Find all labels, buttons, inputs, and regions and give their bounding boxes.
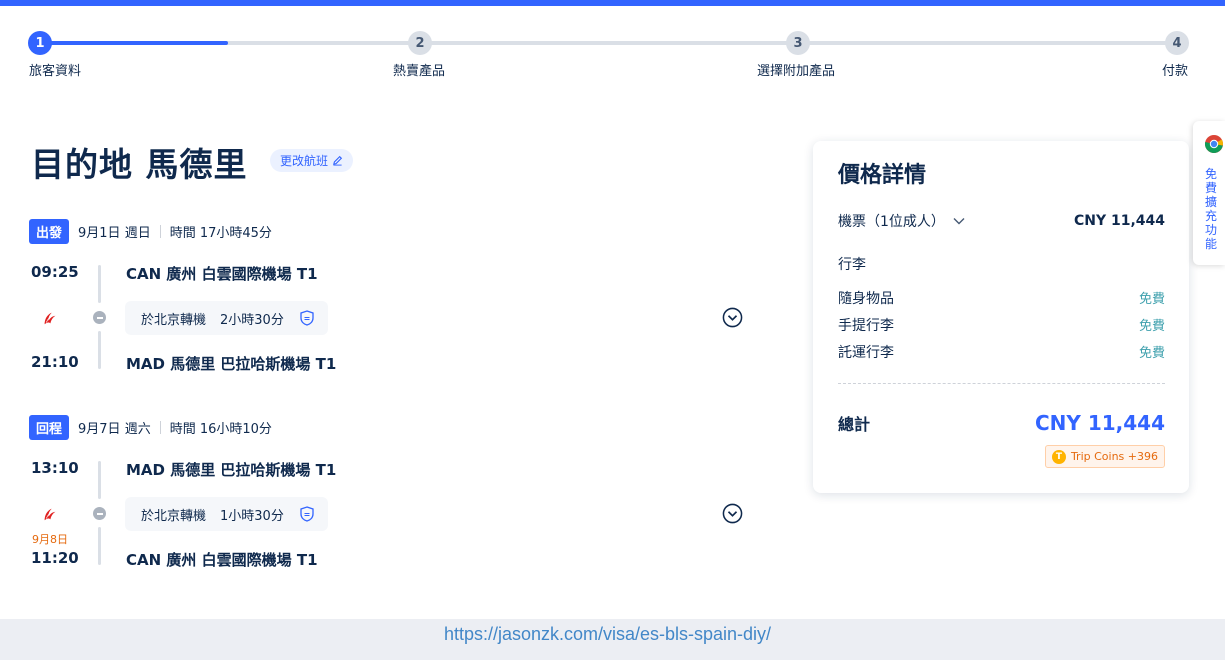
baggage-label: 手提行李 [838, 318, 894, 334]
fare-row[interactable]: 機票（1位成人） CNY 11,444 [838, 211, 1165, 231]
return-duration: 時間 16小時10分 [169, 422, 272, 437]
return-arrive-airport: CAN 廣州 白雲國際機場 T1 [126, 551, 318, 569]
transfer-label: 於北京轉機 [141, 312, 207, 328]
extension-label: 免費擴充功能 [1205, 167, 1218, 251]
return-tag: 回程 [29, 415, 70, 440]
stop-marker [93, 311, 106, 324]
transfer-duration: 2小時30分 [220, 312, 284, 328]
return-segment: 回程 9月7日 週六 時間 16小時10分 13:10 MAD 馬德里 巴拉哈斯… [29, 415, 769, 575]
stop-marker [93, 507, 106, 520]
step-4-label: 付款 [1162, 64, 1189, 79]
step-2-dot: 2 [408, 31, 432, 55]
baggage-label: 託運行李 [838, 345, 894, 361]
expand-chevron-icon[interactable] [722, 307, 743, 328]
baggage-row: 隨身物品 免費 [838, 288, 1165, 308]
baggage-value: 免費 [1138, 346, 1165, 361]
outbound-arrive-airport: MAD 馬德里 巴拉哈斯機場 T1 [126, 355, 337, 373]
return-arrive-time: 11:20 [31, 549, 79, 567]
return-date: 9月7日 週六 [78, 422, 151, 437]
page-title: 目的地 馬德里 [31, 145, 248, 184]
outbound-segment: 出發 9月1日 週日 時間 17小時45分 09:25 CAN 廣州 白雲國際機… [29, 219, 769, 379]
footer-bar: https://jasonzk.com/visa/es-bls-spain-di… [0, 619, 1225, 660]
return-depart-airport: MAD 馬德里 巴拉哈斯機場 T1 [126, 461, 337, 479]
timeline-line [98, 527, 101, 565]
air-china-logo-icon [44, 508, 56, 521]
outbound-depart-airport: CAN 廣州 白雲國際機場 T1 [126, 265, 318, 283]
timeline-line [98, 331, 101, 369]
chrome-icon [1204, 135, 1223, 153]
return-header: 回程 9月7日 週六 時間 16小時10分 [29, 415, 272, 440]
outbound-duration: 時間 17小時45分 [169, 226, 272, 241]
total-row: 總計 CNY 11,444 [838, 411, 1165, 435]
divider [838, 383, 1165, 384]
timeline-line [98, 461, 101, 499]
baggage-title: 行李 [838, 257, 866, 273]
return-depart-time: 13:10 [31, 459, 79, 477]
separator [159, 225, 161, 238]
baggage-row: 託運行李 免費 [838, 342, 1165, 362]
outbound-tag: 出發 [29, 219, 70, 244]
extension-side-tab[interactable]: 免費擴充功能 [1193, 121, 1225, 265]
step-2-label: 熱賣產品 [393, 64, 446, 79]
progress-stepper: 1 2 3 4 旅客資料 熱賣產品 選擇附加產品 付款 [0, 0, 1225, 90]
total-value: CNY 11,444 [1034, 411, 1165, 435]
timeline-line [98, 265, 101, 303]
fare-value: CNY 11,444 [1073, 213, 1165, 229]
baggage-label: 隨身物品 [838, 291, 894, 307]
transfer-duration: 1小時30分 [220, 508, 284, 524]
separator [159, 421, 161, 434]
change-flight-label: 更改航班 [280, 154, 329, 168]
transfer-info: 於北京轉機 1小時30分 [125, 497, 328, 531]
trip-coins-badge: T Trip Coins +396 [1044, 445, 1165, 468]
change-flight-button[interactable]: 更改航班 [270, 149, 354, 172]
expand-chevron-icon[interactable] [722, 503, 743, 524]
baggage-value: 免費 [1138, 292, 1165, 307]
fare-label-group: 機票（1位成人） [838, 211, 965, 231]
step-3-dot: 3 [786, 31, 810, 55]
chevron-down-icon[interactable] [953, 217, 965, 225]
stepper-progress [40, 41, 228, 45]
total-label: 總計 [838, 415, 871, 434]
next-day-date: 9月8日 [32, 533, 68, 546]
outbound-date: 9月1日 週日 [78, 226, 151, 241]
transfer-info: 於北京轉機 2小時30分 [125, 301, 328, 335]
outbound-arrive-time: 21:10 [31, 353, 79, 371]
price-details-card: 價格詳情 機票（1位成人） CNY 11,444 行李 隨身物品 免費 手提行李… [813, 141, 1189, 493]
price-details-title: 價格詳情 [838, 163, 927, 188]
edit-icon [333, 155, 343, 166]
step-4-dot: 4 [1165, 31, 1189, 55]
outbound-header: 出發 9月1日 週日 時間 17小時45分 [29, 219, 272, 244]
footer-url: https://jasonzk.com/visa/es-bls-spain-di… [443, 624, 772, 644]
baggage-value: 免費 [1138, 319, 1165, 334]
baggage-row: 手提行李 免費 [838, 315, 1165, 335]
step-1-dot: 1 [28, 31, 52, 55]
air-china-logo-icon [44, 312, 56, 325]
shield-icon [300, 310, 314, 326]
fare-label: 機票（1位成人） [838, 214, 945, 230]
trip-coins-label: Trip Coins +396 [1070, 450, 1158, 463]
step-1-label: 旅客資料 [29, 64, 82, 79]
step-3-label: 選擇附加產品 [757, 64, 836, 79]
outbound-depart-time: 09:25 [31, 263, 79, 281]
coin-icon: T [1051, 449, 1066, 464]
shield-icon [300, 506, 314, 522]
transfer-label: 於北京轉機 [141, 508, 207, 524]
